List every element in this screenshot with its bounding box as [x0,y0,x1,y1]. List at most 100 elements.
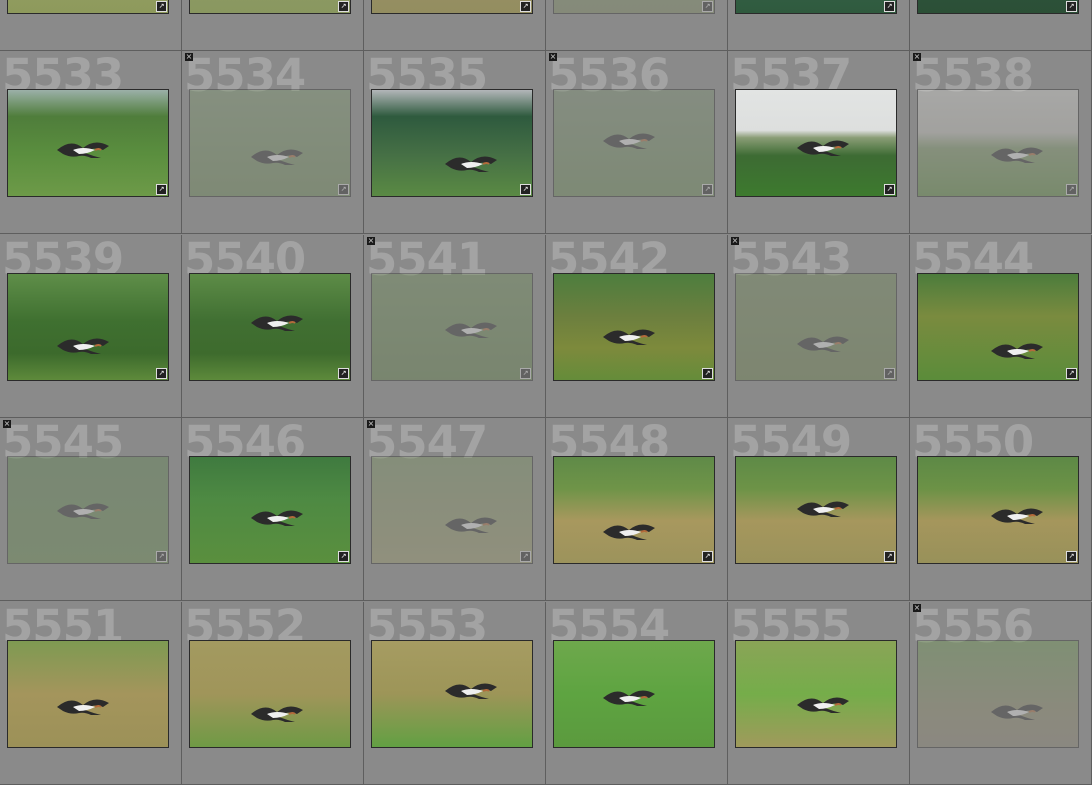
grid-cell[interactable]: 5540 ↗ [182,235,364,418]
badge-icon: ↗ [702,184,713,195]
badge-icon: ↗ [156,184,167,195]
grid-cell[interactable]: ↗ [0,0,182,51]
bird-icon [251,315,303,331]
grid-cell[interactable]: 5547 × ↗ [364,418,546,601]
grid-cell[interactable]: 5541 × ↗ [364,235,546,418]
badge-icon: ↗ [338,368,349,379]
bird-icon [445,517,497,533]
photo-thumbnail[interactable]: ↗ [7,89,169,197]
grid-cell[interactable]: 5548 ↗ [546,418,728,601]
photo-thumbnail[interactable]: ↗ [917,456,1079,564]
badge-icon: ↗ [156,551,167,562]
badge-icon: ↗ [338,551,349,562]
bird-icon [57,699,109,715]
grid-cell[interactable]: ↗ [546,0,728,51]
badge-icon: ↗ [1066,368,1077,379]
photo-thumbnail[interactable]: ↗ [7,456,169,564]
grid-cell[interactable]: 5544 ↗ [910,235,1092,418]
badge-icon: ↗ [702,551,713,562]
photo-thumbnail[interactable] [917,640,1079,748]
grid-cell[interactable]: ↗ [182,0,364,51]
bird-icon [991,343,1043,359]
grid-cell[interactable]: 5552 [182,602,364,785]
grid-cell[interactable]: 5550 ↗ [910,418,1092,601]
photo-thumbnail[interactable] [553,640,715,748]
grid-cell[interactable]: 5534 × ↗ [182,51,364,234]
grid-cell[interactable]: ↗ [728,0,910,51]
thumbnail-grid: ↗ ↗ ↗ ↗ ↗ ↗ 5533 ↗ 5534 × ↗ 5535 ↗ 5536 × ↗ 5537 ↗ 5538 × ↗ 5… [0,0,1092,785]
badge-icon: ↗ [156,1,167,12]
grid-cell[interactable]: ↗ [910,0,1092,51]
photo-thumbnail[interactable] [7,640,169,748]
bird-icon [603,133,655,149]
photo-thumbnail[interactable]: ↗ [189,0,351,14]
grid-cell[interactable]: 5554 [546,602,728,785]
photo-thumbnail[interactable]: ↗ [553,273,715,381]
grid-cell[interactable]: 5543 × ↗ [728,235,910,418]
badge-icon: ↗ [884,1,895,12]
bird-icon [251,510,303,526]
reject-flag-icon[interactable]: × [367,420,375,428]
badge-icon: ↗ [884,184,895,195]
reject-flag-icon[interactable]: × [185,53,193,61]
bird-icon [797,501,849,517]
photo-thumbnail[interactable]: ↗ [189,89,351,197]
bird-icon [251,706,303,722]
photo-thumbnail[interactable]: ↗ [189,456,351,564]
photo-thumbnail[interactable]: ↗ [553,456,715,564]
reject-flag-icon[interactable]: × [913,604,921,612]
badge-icon: ↗ [1066,551,1077,562]
photo-thumbnail[interactable] [371,640,533,748]
photo-thumbnail[interactable]: ↗ [371,456,533,564]
photo-thumbnail[interactable]: ↗ [735,89,897,197]
photo-thumbnail[interactable]: ↗ [735,273,897,381]
grid-cell[interactable]: 5555 [728,602,910,785]
badge-icon: ↗ [520,184,531,195]
bird-icon [603,690,655,706]
grid-cell[interactable]: 5549 ↗ [728,418,910,601]
bird-icon [991,704,1043,720]
photo-thumbnail[interactable]: ↗ [371,0,533,14]
photo-thumbnail[interactable]: ↗ [189,273,351,381]
reject-flag-icon[interactable]: × [367,237,375,245]
grid-cell[interactable]: 5537 ↗ [728,51,910,234]
bird-icon [445,156,497,172]
grid-cell[interactable]: 5546 ↗ [182,418,364,601]
grid-cell[interactable]: 5545 × ↗ [0,418,182,601]
grid-cell[interactable]: 5539 ↗ [0,235,182,418]
badge-icon: ↗ [156,368,167,379]
bird-icon [57,503,109,519]
bird-icon [797,697,849,713]
reject-flag-icon[interactable]: × [3,420,11,428]
photo-thumbnail[interactable] [189,640,351,748]
photo-thumbnail[interactable]: ↗ [553,89,715,197]
photo-thumbnail[interactable]: ↗ [371,89,533,197]
reject-flag-icon[interactable]: × [731,237,739,245]
photo-thumbnail[interactable]: ↗ [7,273,169,381]
photo-thumbnail[interactable]: ↗ [917,89,1079,197]
badge-icon: ↗ [520,368,531,379]
photo-thumbnail[interactable]: ↗ [371,273,533,381]
grid-cell[interactable]: 5535 ↗ [364,51,546,234]
photo-thumbnail[interactable]: ↗ [735,456,897,564]
photo-thumbnail[interactable]: ↗ [553,0,715,14]
photo-thumbnail[interactable]: ↗ [7,0,169,14]
bird-icon [57,142,109,158]
grid-cell[interactable]: 5542 ↗ [546,235,728,418]
photo-thumbnail[interactable]: ↗ [735,0,897,14]
bird-icon [603,329,655,345]
grid-cell[interactable]: 5551 [0,602,182,785]
grid-cell[interactable]: 5556 × [910,602,1092,785]
grid-cell[interactable]: 5538 × ↗ [910,51,1092,234]
grid-cell[interactable]: 5533 ↗ [0,51,182,234]
reject-flag-icon[interactable]: × [913,53,921,61]
grid-cell[interactable]: 5553 [364,602,546,785]
photo-thumbnail[interactable] [735,640,897,748]
photo-thumbnail[interactable]: ↗ [917,0,1079,14]
badge-icon: ↗ [702,1,713,12]
reject-flag-icon[interactable]: × [549,53,557,61]
photo-thumbnail[interactable]: ↗ [917,273,1079,381]
badge-icon: ↗ [702,368,713,379]
grid-cell[interactable]: ↗ [364,0,546,51]
grid-cell[interactable]: 5536 × ↗ [546,51,728,234]
